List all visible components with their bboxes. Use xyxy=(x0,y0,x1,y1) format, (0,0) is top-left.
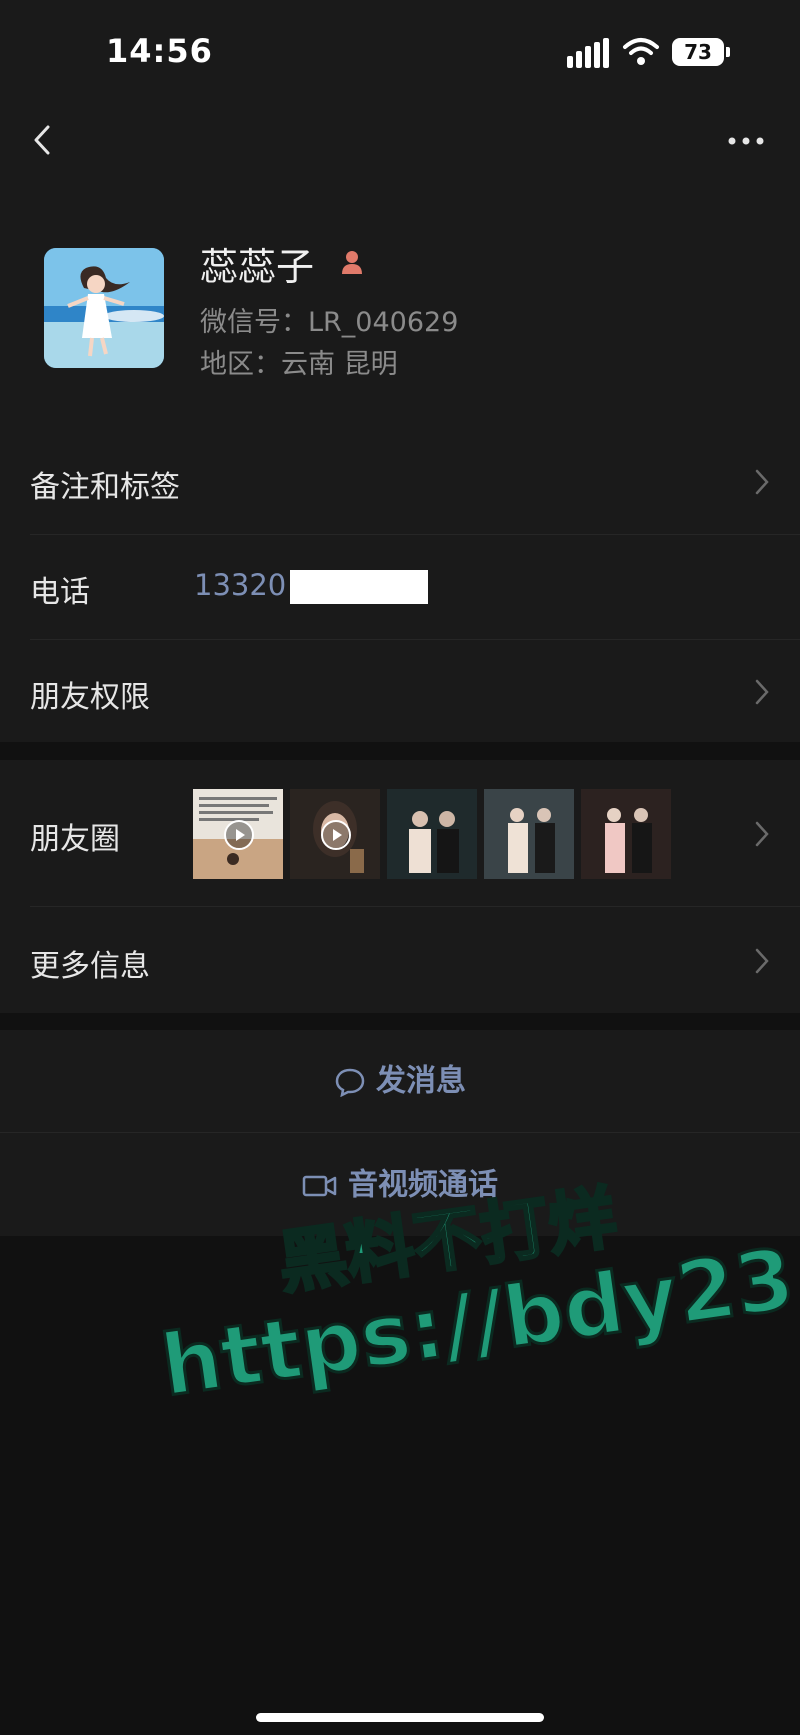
play-icon xyxy=(224,820,254,850)
wechat-id: 微信号：LR_040629 xyxy=(200,307,459,338)
avatar[interactable] xyxy=(44,248,164,368)
chevron-left-icon[interactable] xyxy=(26,118,66,164)
chevron-right-icon xyxy=(755,679,769,705)
status-time: 14:56 xyxy=(106,32,213,70)
battery-tip xyxy=(726,47,730,57)
chevron-right-icon xyxy=(755,948,769,974)
moment-thumbnail[interactable] xyxy=(581,789,671,879)
send-message-button[interactable]: 发消息 xyxy=(0,1030,800,1130)
row-phone[interactable]: 电话 13320 xyxy=(0,535,800,639)
more-dots-icon[interactable] xyxy=(724,124,768,158)
row-friend-permissions[interactable]: 朋友权限 xyxy=(0,640,800,742)
row-more-info[interactable]: 更多信息 xyxy=(0,907,800,1013)
row-label-remarks: 备注和标签 xyxy=(30,470,180,505)
info-card: 备注和标签 电话 13320 朋友权限 xyxy=(0,430,800,742)
home-indicator[interactable] xyxy=(256,1713,544,1722)
video-camera-icon xyxy=(302,1175,337,1196)
row-label-moments: 朋友圈 xyxy=(30,822,120,857)
send-message-label: 发消息 xyxy=(376,1063,466,1099)
signal-icon xyxy=(567,38,609,68)
moment-thumbnail[interactable] xyxy=(387,789,477,879)
phone-redaction xyxy=(290,570,428,604)
wifi-icon xyxy=(623,38,659,65)
play-icon xyxy=(321,820,351,850)
moment-thumbnail[interactable] xyxy=(193,789,283,879)
row-remarks-tags[interactable]: 备注和标签 xyxy=(0,430,800,534)
moment-thumbnail[interactable] xyxy=(484,789,574,879)
moment-thumbnail[interactable] xyxy=(290,789,380,879)
row-label-phone: 电话 xyxy=(30,575,90,610)
phone-number[interactable]: 13320 xyxy=(194,568,286,602)
contact-name: 蕊蕊子 xyxy=(200,245,315,289)
female-icon xyxy=(342,251,362,274)
row-label-permissions: 朋友权限 xyxy=(30,680,150,715)
divider xyxy=(0,1132,800,1133)
chat-bubble-icon xyxy=(335,1068,365,1097)
chevron-right-icon xyxy=(755,821,769,847)
region: 地区：云南 昆明 xyxy=(200,349,398,380)
status-bar: 14:56 73 xyxy=(0,0,800,100)
chevron-right-icon xyxy=(755,469,769,495)
battery-icon: 73 xyxy=(672,38,724,66)
row-label-more-info: 更多信息 xyxy=(30,949,150,984)
